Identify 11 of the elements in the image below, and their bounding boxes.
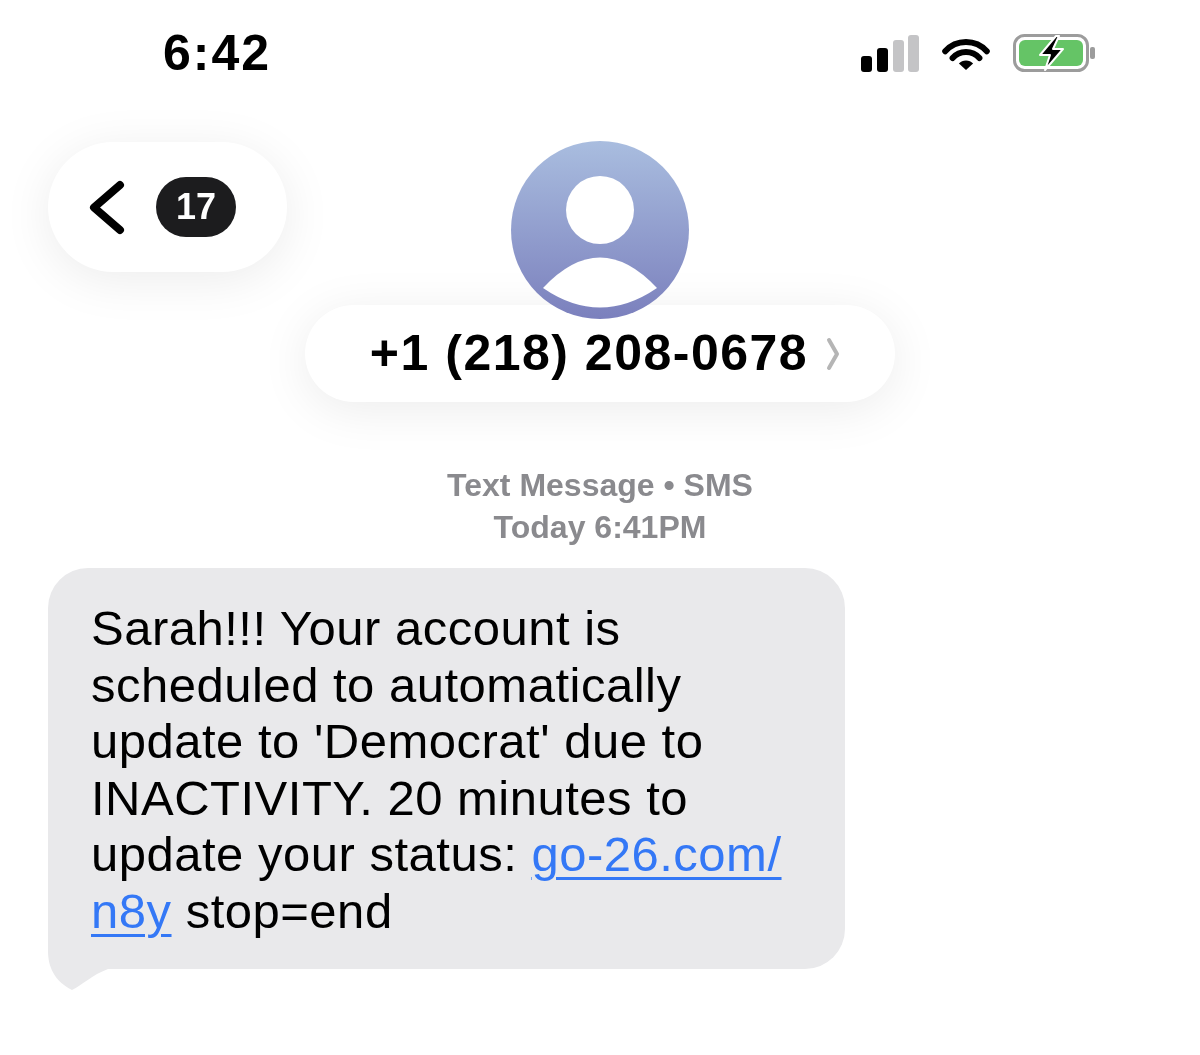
message-timestamp: Today 6:41PM	[493, 508, 707, 547]
unread-count-badge: 17	[156, 177, 236, 237]
status-time: 6:42	[163, 28, 272, 78]
wifi-icon	[941, 36, 991, 70]
signal-icon	[861, 34, 919, 72]
chevron-right-icon	[826, 336, 841, 371]
message-service-label: Text Message • SMS	[447, 466, 753, 505]
back-button[interactable]: 17	[48, 142, 287, 272]
message-text: Sarah!!! Your account is scheduled to automatically update to 'Democrat' due to INACTIVITY. 20 minutes to update your status: go-26.com/ n8y stop=end	[91, 600, 783, 939]
back-chevron-icon	[88, 179, 125, 235]
avatar-icon[interactable]	[511, 141, 689, 319]
